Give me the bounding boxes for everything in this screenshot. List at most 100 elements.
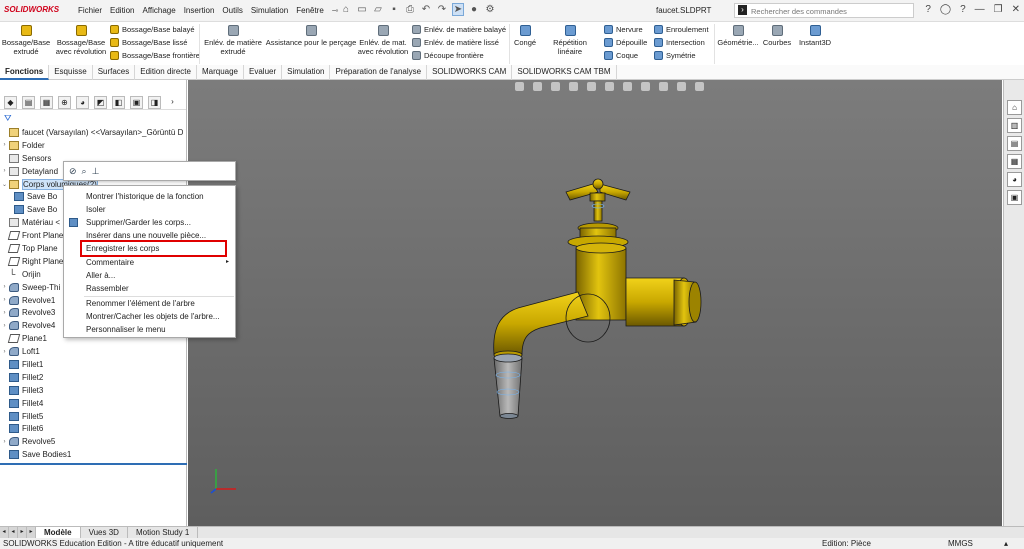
tab-evaluer[interactable]: Evaluer [244, 65, 283, 80]
next-tab-arrow-icon[interactable]: ▸ [18, 527, 27, 538]
dimxpert-tab[interactable]: ⊕ [58, 96, 71, 109]
tree-item-fillet4[interactable]: Fillet4 [0, 397, 187, 410]
tab-marquage[interactable]: Marquage [197, 65, 244, 80]
print-icon[interactable]: ⎙ [404, 3, 416, 16]
tree-item-fillet5[interactable]: Fillet5 [0, 410, 187, 423]
tree-item-fillet1[interactable]: Fillet1 [0, 358, 187, 371]
feature-manager-tab[interactable]: ◆ [4, 96, 17, 109]
expand-icon[interactable]: › [0, 323, 9, 329]
menu-item-isolate[interactable]: Isoler [64, 203, 235, 216]
restore-button[interactable]: ❐ [994, 4, 1003, 15]
intersection-button[interactable]: Intersection [654, 38, 705, 47]
display-manager-tab[interactable]: ◕ [76, 96, 89, 109]
tree-item-save-bodies1[interactable]: Save Bodies1 [0, 448, 187, 461]
instant3d-button[interactable]: Instant3D [796, 25, 834, 47]
enlev-revolution-button[interactable]: Enlév. de mat. avec révolution [356, 25, 410, 56]
coque-button[interactable]: Coque [604, 51, 638, 60]
redo-icon[interactable]: ↷ [436, 3, 448, 16]
bossage-balaye-button[interactable]: Bossage/Base balayé [110, 25, 195, 34]
tree-item-folder[interactable]: › Folder [0, 139, 187, 152]
menu-item-history[interactable]: Montrer l'historique de la fonction [64, 190, 235, 203]
menu-item-rename[interactable]: Renommer l'élément de l'arbre [64, 297, 235, 310]
help-icon[interactable]: ? [925, 4, 931, 15]
bossage-revolution-button[interactable]: Bossage/Base avec révolution [54, 25, 108, 56]
expand-icon[interactable]: › [0, 310, 9, 316]
menu-item-show-hide-tree-items[interactable]: Montrer/Cacher les objets de l'arbre... [64, 310, 235, 323]
hide-icon[interactable]: ⊘ [69, 166, 77, 177]
nervure-button[interactable]: Nervure [604, 25, 643, 34]
tree-item-loft1[interactable]: › Loft1 [0, 345, 187, 358]
bossage-lisse-button[interactable]: Bossage/Base lissé [110, 38, 187, 47]
geometrie-reference-button[interactable]: Géométrie... [716, 25, 760, 47]
cam-feature-tab[interactable]: ◩ [94, 96, 107, 109]
prev-tab-arrow-icon[interactable]: ◂ [9, 527, 18, 538]
repetition-lineaire-button[interactable]: Répétition linéaire [540, 25, 600, 56]
enlev-lisse-button[interactable]: Enlév. de matière lissé [412, 38, 499, 47]
solidworks-logo[interactable]: SOLIDWORKS [4, 5, 59, 14]
home-icon[interactable]: ⌂ [340, 3, 352, 16]
bossage-extrude-button[interactable]: Bossage/Base extrudé [2, 25, 50, 56]
zoom-to-selection-icon[interactable]: ⌕ [82, 166, 87, 177]
traffic-light-icon[interactable]: ● [468, 3, 480, 16]
options-icon[interactable]: ⚙ [484, 3, 496, 16]
menu-edition[interactable]: Edition [110, 6, 134, 15]
menu-insertion[interactable]: Insertion [184, 6, 215, 15]
expand-icon[interactable]: › [0, 168, 9, 174]
search-input[interactable]: Rechercher des commandes [734, 3, 914, 18]
appearances-icon[interactable]: ◕ [1007, 172, 1022, 187]
property-manager-tab[interactable]: ▤ [22, 96, 35, 109]
menu-fenetre[interactable]: Fenêtre [296, 6, 324, 15]
menu-outils[interactable]: Outils [222, 6, 242, 15]
select-cursor-icon[interactable]: ➤ [452, 3, 464, 16]
collapse-icon[interactable]: ⌄ [0, 181, 9, 188]
expand-icon[interactable]: › [0, 284, 9, 290]
bossage-frontiere-button[interactable]: Bossage/Base frontière [110, 51, 200, 60]
tab-fonctions[interactable]: Fonctions [0, 65, 50, 80]
tab-surfaces[interactable]: Surfaces [93, 65, 136, 80]
last-tab-arrow-icon[interactable]: ▸ [27, 527, 36, 538]
menu-item-comment[interactable]: Commentaire ▸ [64, 256, 235, 269]
expand-icon[interactable]: › [0, 349, 9, 355]
view-palette-icon[interactable]: ▦ [1007, 154, 1022, 169]
tab-motion-study[interactable]: Motion Study 1 [128, 527, 199, 538]
conge-button[interactable]: Congé [511, 25, 539, 47]
undo-icon[interactable]: ↶ [420, 3, 432, 16]
help-circle-icon[interactable]: ? [960, 4, 966, 15]
tree-item-fillet3[interactable]: Fillet3 [0, 384, 187, 397]
cam-tbm-tab[interactable]: ◨ [148, 96, 161, 109]
normal-to-icon[interactable]: ⊥ [92, 166, 100, 177]
menu-item-go-to[interactable]: Aller à... [64, 269, 235, 282]
assistance-percage-button[interactable]: Assistance pour le perçage [264, 25, 358, 47]
enlev-extrude-button[interactable]: Enlév. de matière extrudé [203, 25, 263, 56]
enlev-balaye-button[interactable]: Enlév. de matière balayé [412, 25, 506, 34]
decoupe-frontiere-button[interactable]: Découpe frontière [412, 51, 484, 60]
menu-item-collapse[interactable]: Rassembler [64, 282, 235, 295]
tab-simulation[interactable]: Simulation [282, 65, 331, 80]
tab-preparation-analyse[interactable]: Préparation de l'analyse [330, 65, 428, 80]
tab-edition-directe[interactable]: Edition directe [135, 65, 197, 80]
menu-item-insert-new-part[interactable]: Insérer dans une nouvelle pièce... [64, 229, 235, 242]
open-icon[interactable]: ▱ [372, 3, 384, 16]
menu-item-customize-menu[interactable]: Personnaliser le menu [64, 323, 235, 336]
enroulement-button[interactable]: Enroulement [654, 25, 709, 34]
rollback-bar[interactable] [0, 463, 187, 466]
menu-item-save-bodies[interactable]: Enregistrer les corps [80, 240, 227, 257]
panel-scroll-right-icon[interactable]: › [166, 96, 179, 109]
expand-icon[interactable]: › [0, 297, 9, 303]
tree-item-fillet2[interactable]: Fillet2 [0, 371, 187, 384]
pin-icon[interactable]: ⊸ [332, 6, 339, 15]
tree-item-fillet6[interactable]: Fillet6 [0, 422, 187, 435]
graphics-area[interactable] [188, 80, 1002, 526]
close-button[interactable]: ✕ [1012, 4, 1020, 15]
menu-affichage[interactable]: Affichage [142, 6, 175, 15]
expand-icon[interactable]: › [0, 142, 9, 148]
file-explorer-icon[interactable]: ▤ [1007, 136, 1022, 151]
unit-system[interactable]: MMGS [948, 538, 973, 549]
courbes-button[interactable]: Courbes [762, 25, 792, 47]
minimize-button[interactable]: — [975, 4, 985, 15]
tab-3d-views[interactable]: Vues 3D [81, 527, 128, 538]
filter-icon[interactable]: ⛛ [4, 113, 12, 124]
solidworks-resources-icon[interactable]: ⌂ [1007, 100, 1022, 115]
unit-dropdown-icon[interactable]: ▴ [1004, 538, 1008, 549]
expand-icon[interactable]: › [0, 439, 9, 445]
